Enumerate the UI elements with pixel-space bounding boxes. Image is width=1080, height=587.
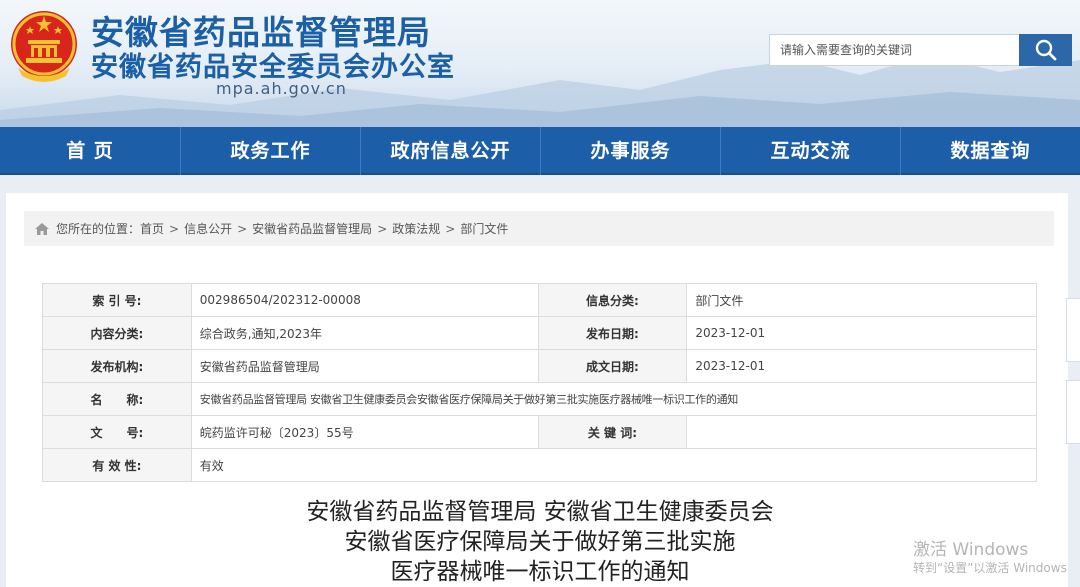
nav-item-interaction[interactable]: 互动交流 [720, 127, 900, 175]
site-header: 安徽省药品监督管理局 安徽省药品安全委员会办公室 mpa.ah.gov.cn [0, 0, 1080, 127]
home-icon [34, 222, 50, 236]
breadcrumb-link-department-docs[interactable]: 部门文件 [460, 220, 508, 237]
meta-value-publish-date: 2023-12-01 [686, 316, 1037, 350]
nav-item-information-disclosure[interactable]: 政府信息公开 [360, 127, 540, 175]
meta-label-docno: 文 号: [42, 415, 192, 449]
breadcrumb: 您所在的位置： 首页 > 信息公开 > 安徽省药品监督管理局 > 政策法规 > … [24, 211, 1054, 246]
document-meta-table: 索 引 号: 002986504/202312-00008 信息分类: 部门文件… [42, 283, 1038, 482]
article-title-line: 医疗器械唯一标识工作的通知 [390, 559, 690, 585]
nav-item-data-query[interactable]: 数据查询 [900, 127, 1080, 175]
nav-item-services[interactable]: 办事服务 [540, 127, 720, 175]
meta-value-content: 综合政务,通知,2023年 [190, 316, 539, 350]
table-row: 内容分类: 综合政务,通知,2023年 发布日期: 2023-12-01 [42, 316, 1037, 350]
meta-label-validity: 有 效 性: [42, 448, 192, 482]
windows-activation-watermark-title: 激活 Windows [913, 540, 1029, 560]
breadcrumb-link-home[interactable]: 首页 [140, 220, 164, 237]
meta-label-publish-date: 发布日期: [537, 316, 688, 350]
meta-value-index: 002986504/202312-00008 [190, 283, 539, 317]
search-input[interactable] [769, 34, 1019, 66]
table-row: 有 效 性: 有效 [42, 448, 1038, 482]
breadcrumb-separator: > [445, 221, 456, 236]
article-title-line: 安徽省医疗保障局关于做好第三批实施 [344, 529, 736, 555]
meta-label-name: 名 称: [42, 382, 192, 416]
table-row: 文 号: 皖药监许可秘〔2023〕55号 关 键 词: [42, 415, 1037, 449]
nav-item-home[interactable]: 首 页 [0, 127, 180, 175]
breadcrumb-separator: > [169, 221, 180, 236]
breadcrumb-link-info-disclosure[interactable]: 信息公开 [184, 220, 232, 237]
meta-value-category: 部门文件 [686, 283, 1037, 317]
meta-value-docno: 皖药监许可秘〔2023〕55号 [190, 415, 539, 449]
search-button[interactable] [1019, 34, 1072, 66]
side-float-tab[interactable] [1066, 298, 1080, 362]
main-nav: 首 页 政务工作 政府信息公开 办事服务 互动交流 数据查询 [0, 127, 1080, 175]
breadcrumb-link-policy[interactable]: 政策法规 [392, 220, 440, 237]
article-title: 安徽省药品监督管理局 安徽省卫生健康委员会 安徽省医疗保障局关于做好第三批实施 … [200, 497, 880, 587]
meta-label-category: 信息分类: [537, 283, 688, 317]
meta-label-keywords: 关 键 词: [537, 415, 688, 449]
search-icon [1035, 39, 1056, 61]
meta-value-created-date: 2023-12-01 [686, 349, 1037, 383]
meta-label-index: 索 引 号: [42, 283, 192, 317]
meta-label-content: 内容分类: [42, 316, 192, 350]
breadcrumb-separator: > [377, 221, 388, 236]
table-row: 发布机构: 安徽省药品监督管理局 成文日期: 2023-12-01 [42, 349, 1037, 383]
table-row: 名 称: 安徽省药品监督管理局 安徽省卫生健康委员会安徽省医疗保障局关于做好第三… [42, 382, 1038, 416]
meta-label-org: 发布机构: [42, 349, 192, 383]
nav-item-government-affairs[interactable]: 政务工作 [180, 127, 360, 175]
windows-activation-watermark-hint: 转到“设置”以激活 Windows [913, 561, 1067, 575]
breadcrumb-prefix: 您所在的位置： [56, 222, 141, 236]
breadcrumb-separator: > [237, 221, 248, 236]
national-emblem-icon [11, 11, 77, 82]
breadcrumb-link-bureau[interactable]: 安徽省药品监督管理局 [252, 220, 372, 237]
meta-value-name: 安徽省药品监督管理局 安徽省卫生健康委员会安徽省医疗保障局关于做好第三批实施医疗… [190, 382, 1038, 416]
meta-label-created-date: 成文日期: [537, 349, 688, 383]
meta-value-validity: 有效 [190, 448, 1038, 482]
side-float-tab[interactable] [1066, 380, 1080, 444]
table-row: 索 引 号: 002986504/202312-00008 信息分类: 部门文件 [42, 283, 1037, 317]
meta-value-keywords [686, 415, 1037, 449]
site-domain: mpa.ah.gov.cn [216, 79, 347, 98]
article-title-line: 安徽省药品监督管理局 安徽省卫生健康委员会 [306, 499, 774, 525]
meta-value-org: 安徽省药品监督管理局 [190, 349, 539, 383]
